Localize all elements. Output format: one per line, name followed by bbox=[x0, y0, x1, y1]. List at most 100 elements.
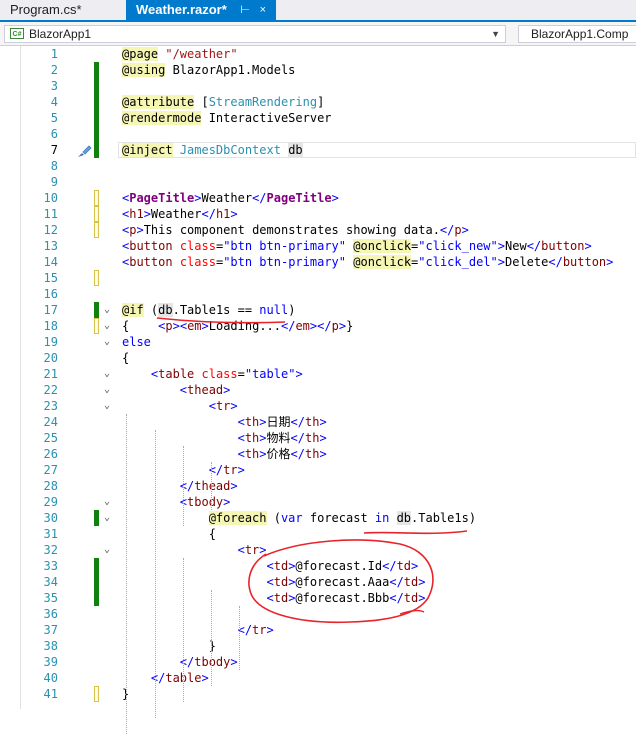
code-token: @if bbox=[122, 303, 144, 317]
saved-change-marker bbox=[94, 302, 99, 318]
fold-chevron-icon[interactable]: ⌄ bbox=[101, 302, 113, 318]
line-number: 6 bbox=[50, 127, 58, 141]
code-token: td bbox=[396, 559, 412, 573]
code-line[interactable]: 36 bbox=[0, 606, 636, 622]
indent-guide bbox=[211, 590, 212, 686]
code-token: { bbox=[122, 351, 130, 365]
code-text: @rendermode InteractiveServer bbox=[122, 110, 332, 126]
code-line[interactable]: 13 <button class="btn btn-primary" @oncli… bbox=[0, 238, 636, 254]
code-token: < bbox=[208, 399, 216, 413]
code-line[interactable]: 32 ⌄ <tr> bbox=[0, 542, 636, 558]
tab-weather-razor[interactable]: Weather.razor* ⊢ × bbox=[126, 0, 276, 20]
code-token: < bbox=[266, 575, 274, 589]
code-line[interactable]: 18 ⌄{ <p><em>Loading...</em></p>} bbox=[0, 318, 636, 334]
code-line[interactable]: 38 } bbox=[0, 638, 636, 654]
code-line[interactable]: 23 ⌄ <tr> bbox=[0, 398, 636, 414]
code-token: td bbox=[403, 575, 419, 589]
code-line[interactable]: 8 bbox=[0, 158, 636, 174]
line-number: 9 bbox=[50, 175, 58, 189]
code-text: <tbody> bbox=[122, 494, 231, 510]
indent-guide bbox=[126, 414, 127, 734]
code-text: <th>日期</th> bbox=[122, 414, 327, 430]
code-line[interactable]: 41} bbox=[0, 686, 636, 702]
code-line[interactable]: 28 </thead> bbox=[0, 478, 636, 494]
code-line[interactable]: 22 ⌄ <thead> bbox=[0, 382, 636, 398]
fold-chevron-icon[interactable]: ⌄ bbox=[101, 510, 113, 526]
code-token: forecast bbox=[302, 511, 375, 525]
code-editor[interactable]: 1 @page "/weather" 2 @using BlazorApp1.Mode… bbox=[0, 46, 636, 734]
code-line[interactable]: 40 </table> bbox=[0, 670, 636, 686]
code-token: > bbox=[230, 479, 238, 493]
code-line[interactable]: 29 ⌄ <tbody> bbox=[0, 494, 636, 510]
code-line[interactable]: 3 bbox=[0, 78, 636, 94]
code-token: </ bbox=[290, 431, 305, 445]
code-token: > bbox=[606, 255, 614, 269]
code-line[interactable]: 31 { bbox=[0, 526, 636, 542]
line-number: 21 bbox=[43, 367, 58, 381]
document-tab-bar: Program.cs* Weather.razor* ⊢ × bbox=[0, 0, 636, 22]
project-dropdown[interactable]: C# BlazorApp1 ▼ bbox=[4, 25, 506, 43]
code-text: <td>@forecast.Bbb</td> bbox=[122, 590, 426, 606]
code-line[interactable]: 9 bbox=[0, 174, 636, 190]
fold-chevron-icon[interactable]: ⌄ bbox=[101, 318, 113, 334]
code-line[interactable]: 5 @rendermode InteractiveServer bbox=[0, 110, 636, 126]
code-line[interactable]: 27 </tr> bbox=[0, 462, 636, 478]
code-token: > bbox=[230, 655, 238, 669]
code-line[interactable]: 17 ⌄ @if (db.Table1s == null) bbox=[0, 302, 636, 318]
fold-chevron-icon[interactable]: ⌄ bbox=[101, 542, 113, 558]
project-dropdown-value: BlazorApp1 bbox=[29, 27, 92, 41]
pin-icon[interactable]: ⊢ bbox=[240, 0, 250, 20]
code-line[interactable]: 1 @page "/weather" bbox=[0, 46, 636, 62]
code-token: @rendermode bbox=[122, 111, 202, 125]
code-line[interactable]: 14 <button class="btn btn-primary" @oncli… bbox=[0, 254, 636, 270]
line-number: 23 bbox=[43, 399, 58, 413]
code-line[interactable]: 25 <th>物料</th> bbox=[0, 430, 636, 446]
code-line[interactable]: 30 ⌄ @foreach (var forecast in db.Table1s… bbox=[0, 510, 636, 526]
code-line[interactable]: 24 <th>日期</th> bbox=[0, 414, 636, 430]
code-token: </ bbox=[389, 575, 404, 589]
chevron-down-icon[interactable]: ▼ bbox=[491, 26, 500, 42]
code-line[interactable]: 33 <td>@forecast.Id</td> bbox=[0, 558, 636, 574]
saved-change-marker bbox=[94, 110, 99, 126]
code-token: Weather bbox=[201, 191, 253, 205]
code-line[interactable]: 34 <td>@forecast.Aaa</td> bbox=[0, 574, 636, 590]
code-text: <h1>Weather</h1> bbox=[122, 206, 238, 222]
code-line[interactable]: 37 </tr> bbox=[0, 622, 636, 638]
code-line[interactable]: 2 @using BlazorApp1.Models bbox=[0, 62, 636, 78]
fold-chevron-icon[interactable]: ⌄ bbox=[101, 334, 113, 350]
code-token: </ bbox=[548, 255, 563, 269]
tab-program-cs[interactable]: Program.cs* bbox=[0, 0, 126, 20]
fold-chevron-icon[interactable]: ⌄ bbox=[101, 494, 113, 510]
code-token: 物料 bbox=[266, 431, 291, 445]
code-line[interactable]: 15 bbox=[0, 270, 636, 286]
line-number: 4 bbox=[50, 95, 58, 109]
code-line[interactable]: 4 @attribute [StreamRendering] bbox=[0, 94, 636, 110]
code-token: New bbox=[505, 239, 527, 253]
code-line[interactable]: 10 <PageTitle>Weather</PageTitle> bbox=[0, 190, 636, 206]
code-line[interactable]: 6 bbox=[0, 126, 636, 142]
fold-chevron-icon[interactable]: ⌄ bbox=[101, 366, 113, 382]
code-token: </ bbox=[281, 319, 296, 333]
code-line[interactable]: 7 @inject JamesDbContext db bbox=[0, 142, 636, 158]
code-line[interactable]: 26 <th>价格</th> bbox=[0, 446, 636, 462]
code-line[interactable]: 35 <td>@forecast.Bbb</td> bbox=[0, 590, 636, 606]
code-token: </ bbox=[201, 207, 216, 221]
code-token: </ bbox=[150, 671, 166, 685]
code-token: < bbox=[237, 431, 245, 445]
code-line[interactable]: 39 </tbody> bbox=[0, 654, 636, 670]
code-line[interactable]: 11 <h1>Weather</h1> bbox=[0, 206, 636, 222]
code-token: < bbox=[179, 383, 188, 397]
type-dropdown[interactable]: BlazorApp1.Comp bbox=[518, 25, 636, 43]
code-text: <PageTitle>Weather</PageTitle> bbox=[122, 190, 339, 206]
fold-chevron-icon[interactable]: ⌄ bbox=[101, 382, 113, 398]
close-icon[interactable]: × bbox=[260, 0, 266, 20]
code-line[interactable]: 20 { bbox=[0, 350, 636, 366]
code-text: @using BlazorApp1.Models bbox=[122, 62, 295, 78]
code-line[interactable]: 16 bbox=[0, 286, 636, 302]
fold-chevron-icon[interactable]: ⌄ bbox=[101, 398, 113, 414]
code-line[interactable]: 19 ⌄ else bbox=[0, 334, 636, 350]
code-line[interactable]: 21 ⌄ <table class="table"> bbox=[0, 366, 636, 382]
code-line[interactable]: 12 <p>This component demonstrates showing… bbox=[0, 222, 636, 238]
code-token: db bbox=[158, 303, 173, 317]
